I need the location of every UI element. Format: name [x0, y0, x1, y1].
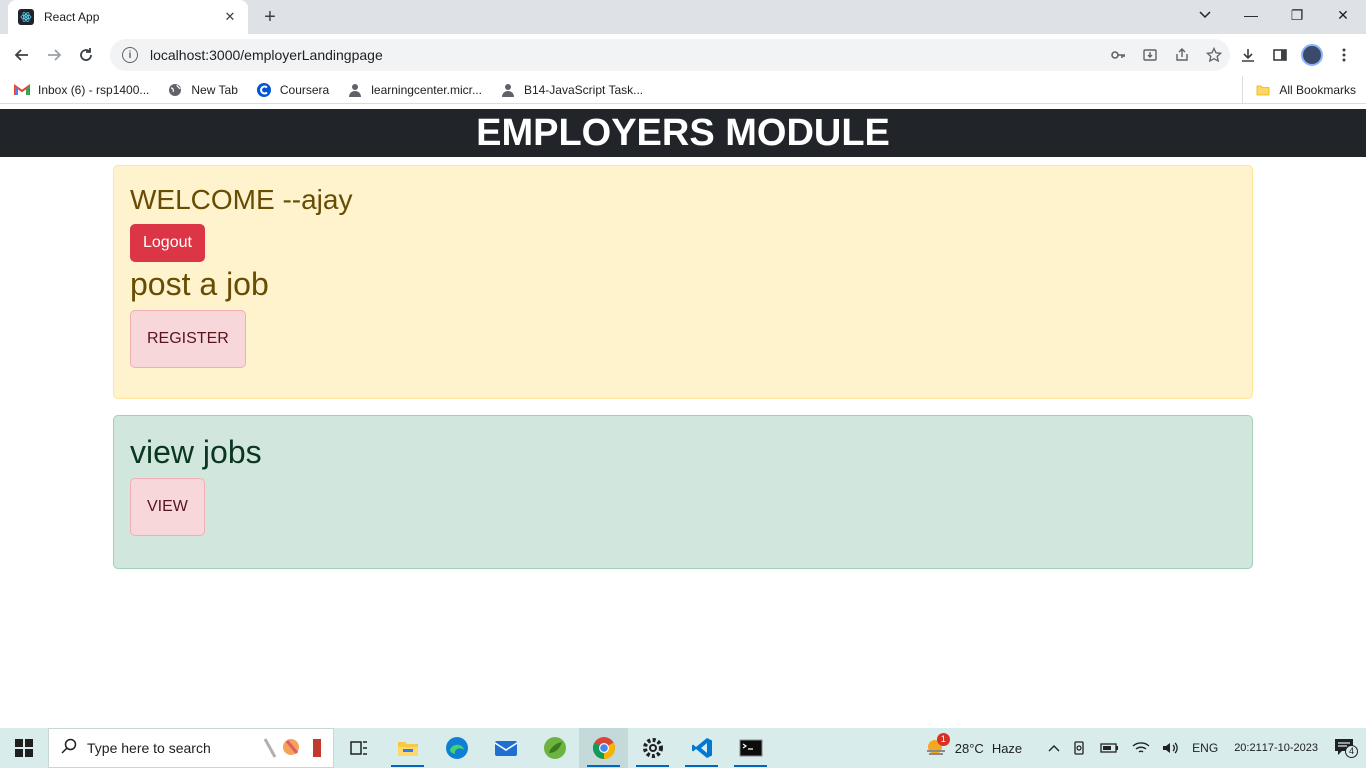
folder-icon [1255, 82, 1271, 98]
search-highlight-icon [261, 735, 325, 761]
weather-temperature: 28°C [954, 740, 984, 756]
weather-description: Haze [991, 740, 1023, 756]
notifications-icon[interactable]: 4 [1328, 738, 1366, 759]
meet-now-icon[interactable] [1066, 740, 1094, 756]
register-button[interactable]: REGISTER [130, 310, 246, 368]
view-jobs-heading: view jobs [130, 434, 262, 470]
tab-search-icon[interactable] [1182, 0, 1228, 30]
install-app-icon[interactable] [1134, 39, 1166, 71]
edge-icon[interactable] [432, 728, 481, 768]
view-button[interactable]: VIEW [130, 478, 205, 536]
taskbar-search[interactable]: Type here to search [48, 728, 334, 768]
site-info-icon[interactable]: i [122, 47, 138, 63]
settings-gear-icon[interactable] [628, 728, 677, 768]
bookmark-learningcenter[interactable]: learningcenter.micr... [347, 82, 482, 98]
reload-button[interactable] [73, 42, 99, 68]
bookmark-star-icon[interactable] [1198, 39, 1230, 71]
forward-button[interactable] [41, 42, 67, 68]
tab-strip: React App ✕ + — ❐ ✕ [0, 0, 1366, 34]
battery-icon[interactable] [1094, 742, 1126, 754]
all-bookmarks-label: All Bookmarks [1279, 83, 1356, 97]
new-tab-button[interactable]: + [258, 5, 282, 29]
employer-welcome-card: WELCOME --ajay Logout post a job REGISTE… [113, 165, 1253, 399]
volume-icon[interactable] [1156, 741, 1186, 755]
mail-icon[interactable] [481, 728, 530, 768]
menu-kebab-icon[interactable] [1331, 42, 1357, 68]
chrome-icon[interactable] [579, 728, 628, 768]
windows-start-icon[interactable] [0, 728, 48, 768]
bookmark-label: Inbox (6) - rsp1400... [38, 82, 150, 97]
terminal-icon[interactable] [726, 728, 775, 768]
url-text[interactable]: localhost:3000/employerLandingpage [150, 47, 1102, 63]
bookmark-label: B14-JavaScript Task... [523, 82, 644, 97]
logout-button[interactable]: Logout [130, 224, 205, 262]
bookmarks-bar: Inbox (6) - rsp1400... New Tab Coursera … [0, 76, 1366, 104]
react-icon [18, 9, 34, 25]
minimize-button[interactable]: — [1228, 0, 1274, 30]
notification-count-badge: 4 [1345, 744, 1358, 758]
task-view-icon[interactable] [334, 728, 383, 768]
search-icon [61, 738, 77, 759]
post-job-heading: post a job [130, 266, 269, 302]
side-panel-icon[interactable] [1267, 42, 1293, 68]
bookmark-label: New Tab [191, 82, 238, 97]
clock-time: 20:21 [1234, 742, 1262, 754]
gmail-icon [14, 82, 30, 98]
search-placeholder[interactable]: Type here to search [87, 740, 261, 756]
globe-icon [167, 82, 183, 98]
coursera-icon [256, 82, 272, 98]
bookmark-label: Coursera [279, 82, 330, 97]
back-button[interactable] [9, 42, 35, 68]
browser-tab[interactable]: React App ✕ [8, 0, 248, 34]
weather-badge: 1 [936, 732, 950, 746]
all-bookmarks-button[interactable]: All Bookmarks [1242, 76, 1356, 104]
language-indicator[interactable]: ENG [1186, 741, 1224, 755]
bookmark-b14-javascript[interactable]: B14-JavaScript Task... [500, 82, 643, 98]
welcome-heading: WELCOME --ajay [130, 184, 353, 215]
clock[interactable]: 20:21 17-10-2023 [1224, 740, 1328, 756]
show-hidden-icons-icon[interactable] [1042, 744, 1066, 752]
browser-toolbar: i localhost:3000/employerLandingpage [0, 34, 1366, 76]
file-explorer-icon[interactable] [383, 728, 432, 768]
spring-tool-icon[interactable] [530, 728, 579, 768]
profile-icon [500, 82, 516, 98]
bookmark-coursera[interactable]: Coursera [256, 82, 329, 98]
restore-button[interactable]: ❐ [1274, 0, 1320, 30]
system-tray: 1 28°C Haze ENG 20:21 17-10-2023 4 [919, 728, 1366, 768]
wifi-icon[interactable] [1126, 741, 1156, 755]
close-window-button[interactable]: ✕ [1320, 0, 1366, 30]
windows-taskbar: Type here to search 1 28°C Haze ENG 20:2… [0, 728, 1366, 768]
view-jobs-card: view jobs VIEW [113, 415, 1253, 569]
clock-date: 17-10-2023 [1261, 742, 1318, 754]
vscode-icon[interactable] [677, 728, 726, 768]
bookmark-label: learningcenter.micr... [371, 82, 482, 97]
share-icon[interactable] [1166, 39, 1198, 71]
profile-icon [347, 82, 363, 98]
key-icon[interactable] [1102, 39, 1134, 71]
weather-icon: 1 [925, 732, 950, 760]
downloads-icon[interactable] [1235, 42, 1261, 68]
address-bar[interactable]: i localhost:3000/employerLandingpage [110, 39, 1230, 71]
bookmark-new-tab[interactable]: New Tab [167, 82, 238, 98]
tab-title: React App [44, 10, 100, 24]
profile-avatar[interactable] [1299, 42, 1325, 68]
page-header: EMPLOYERS MODULE [0, 109, 1366, 157]
weather-widget[interactable]: 1 28°C Haze [919, 732, 1028, 760]
bookmark-gmail[interactable]: Inbox (6) - rsp1400... [14, 82, 149, 98]
tab-close-icon[interactable]: ✕ [222, 9, 238, 25]
